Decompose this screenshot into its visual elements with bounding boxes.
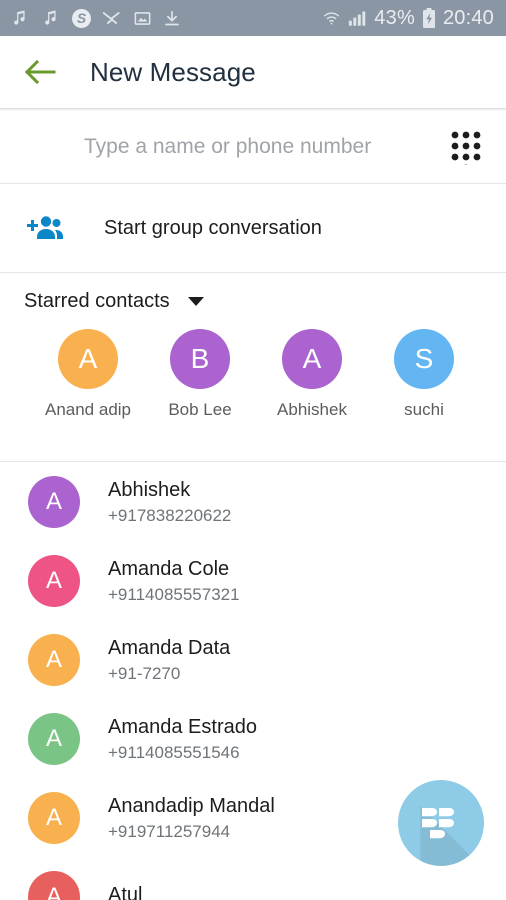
clock-label: 20:40 bbox=[442, 6, 494, 29]
avatar: A bbox=[282, 329, 342, 389]
contact-phone: +9114085551546 bbox=[108, 742, 240, 762]
contact-phone: +9114085557321 bbox=[108, 584, 240, 604]
starred-contacts-label: Starred contacts bbox=[24, 289, 170, 312]
download-icon bbox=[163, 9, 181, 28]
contact-details: Atul bbox=[108, 883, 142, 900]
image-icon bbox=[133, 9, 152, 28]
starred-contact-name: Abhishek bbox=[277, 400, 347, 419]
contact-details: Anandadip Mandal +919711257944 bbox=[108, 794, 275, 842]
avatar: A bbox=[28, 554, 80, 607]
cellular-signal-icon bbox=[348, 9, 367, 27]
music-note-icon bbox=[10, 8, 30, 28]
starred-contacts-strip[interactable]: A Anand adip B Bob Lee A Abhishek S such… bbox=[0, 329, 506, 461]
app-bar: New Message bbox=[0, 36, 506, 108]
start-group-conversation-label: Start group conversation bbox=[104, 216, 322, 239]
avatar: A bbox=[28, 712, 80, 765]
starred-contact-name: Bob Lee bbox=[168, 400, 232, 419]
add-group-icon bbox=[20, 213, 66, 243]
starred-contact-name: Anand adip bbox=[44, 400, 132, 419]
contact-phone: +919711257944 bbox=[108, 821, 231, 841]
contact-phone: +917838220622 bbox=[108, 505, 232, 525]
avatar: A bbox=[58, 329, 118, 389]
status-bar-notification-icons: S bbox=[10, 8, 181, 28]
contact-name: Amanda Cole bbox=[108, 557, 230, 580]
skype-icon: S bbox=[72, 8, 91, 28]
contact-list-item[interactable]: A Amanda Data +91-7270 bbox=[0, 620, 506, 699]
status-bar: S 43% 20:40 bbox=[0, 0, 506, 36]
dialpad-icon[interactable] bbox=[442, 123, 490, 171]
contact-details: Amanda Estrado +9114085551546 bbox=[108, 715, 257, 763]
contact-list-item[interactable]: A Amanda Cole +9114085557321 bbox=[0, 541, 506, 620]
contact-name: Atul bbox=[108, 883, 143, 900]
avatar: A bbox=[28, 791, 80, 844]
starred-contacts-header[interactable]: Starred contacts bbox=[0, 273, 506, 329]
avatar: A bbox=[28, 633, 80, 686]
starred-contact-item[interactable]: A Abhishek bbox=[256, 329, 368, 461]
page-title: New Message bbox=[90, 56, 256, 87]
recipient-field-row bbox=[0, 111, 506, 183]
music-note-icon bbox=[41, 8, 61, 28]
start-group-conversation-row[interactable]: Start group conversation bbox=[0, 184, 506, 272]
avatar: A bbox=[28, 475, 80, 528]
missed-call-icon bbox=[102, 9, 122, 27]
avatar: S bbox=[394, 329, 454, 389]
avatar: A bbox=[28, 870, 80, 900]
battery-charging-icon bbox=[422, 7, 436, 29]
contact-name: Amanda Estrado bbox=[108, 715, 257, 738]
new-message-screen: S 43% 20:40 New Message Type a name or p… bbox=[0, 0, 506, 900]
starred-contact-item[interactable]: S suchi bbox=[368, 329, 480, 461]
contact-name: Abhishek bbox=[108, 478, 191, 501]
starred-contact-item[interactable]: P Pra Ku bbox=[480, 329, 506, 461]
recipient-input[interactable] bbox=[24, 135, 442, 159]
starred-contact-item[interactable]: A Anand adip bbox=[32, 329, 144, 461]
contact-details: Abhishek +917838220622 bbox=[108, 478, 231, 526]
battery-percent-label: 43% bbox=[374, 6, 415, 29]
contact-details: Amanda Data +91-7270 bbox=[108, 636, 230, 684]
contact-list-item[interactable]: A Amanda Estrado +9114085551546 bbox=[0, 699, 506, 778]
back-button[interactable] bbox=[18, 50, 62, 94]
chevron-down-icon[interactable] bbox=[187, 296, 204, 306]
starred-contact-item[interactable]: B Bob Lee bbox=[144, 329, 256, 461]
blackberry-fab-button[interactable] bbox=[398, 780, 484, 866]
wifi-icon bbox=[322, 9, 341, 28]
contact-name: Amanda Data bbox=[108, 636, 231, 659]
contact-name: Anandadip Mandal bbox=[108, 794, 275, 817]
starred-contact-name: Pra Ku bbox=[480, 399, 506, 421]
starred-contact-name: suchi bbox=[404, 400, 444, 419]
contact-details: Amanda Cole +9114085557321 bbox=[108, 557, 240, 605]
contact-list-item[interactable]: A Abhishek +917838220622 bbox=[0, 462, 506, 541]
avatar: B bbox=[170, 329, 230, 389]
blackberry-logo-icon bbox=[422, 808, 454, 839]
status-bar-system-icons: 43% 20:40 bbox=[322, 7, 494, 30]
contact-phone: +91-7270 bbox=[108, 663, 181, 683]
